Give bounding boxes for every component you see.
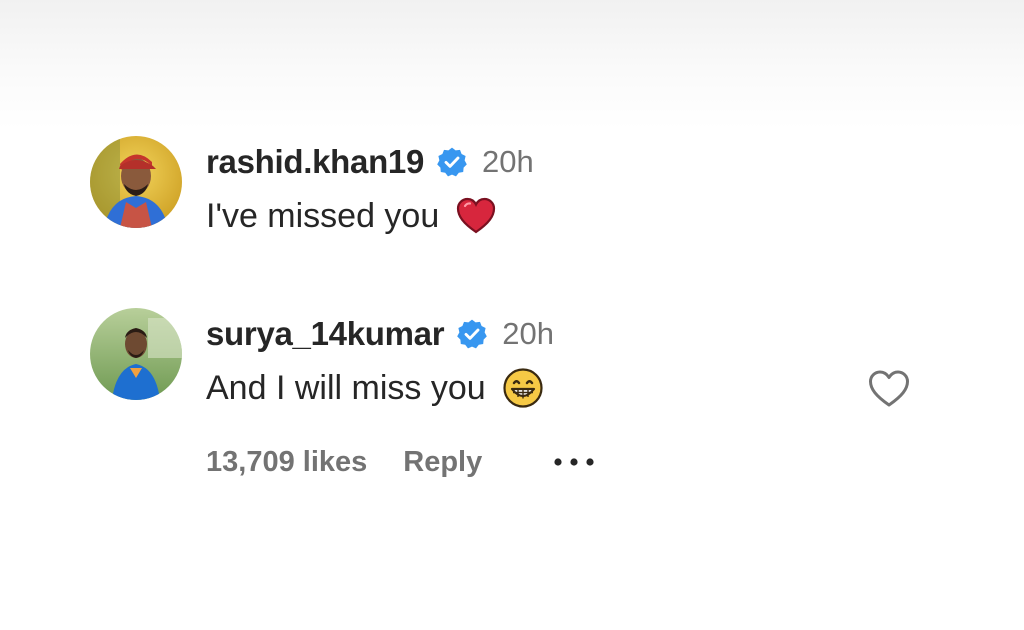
- verified-icon: [457, 319, 488, 349]
- comment-body: I've missed you: [206, 192, 497, 240]
- username[interactable]: surya_14kumar: [206, 315, 445, 353]
- verified-icon: [437, 147, 467, 177]
- username[interactable]: rashid.khan19: [206, 143, 424, 181]
- reply-button[interactable]: Reply: [403, 446, 482, 479]
- heart-icon: [457, 197, 496, 234]
- comment-body: And I will miss you: [206, 364, 544, 412]
- avatar-image: [90, 308, 182, 400]
- avatar[interactable]: [90, 308, 182, 400]
- comment-header: rashid.khan19 20h: [206, 140, 534, 184]
- avatar-image: [90, 136, 182, 228]
- more-options-icon[interactable]: [550, 450, 598, 474]
- likes-count[interactable]: 13,709 likes: [206, 446, 367, 479]
- like-heart-outline-icon[interactable]: [866, 366, 912, 412]
- comment-text: And I will miss you: [206, 368, 486, 407]
- comment-item: surya_14kumar 20h And I will miss you: [90, 308, 930, 408]
- comment-item: rashid.khan19 20h I've missed you: [90, 136, 930, 236]
- grin-emoji-icon: [503, 368, 543, 408]
- comment-text: I've missed you: [206, 196, 440, 235]
- avatar[interactable]: [90, 136, 182, 228]
- comment-header: surya_14kumar 20h: [206, 312, 554, 356]
- timestamp[interactable]: 20h: [502, 316, 554, 352]
- timestamp[interactable]: 20h: [482, 144, 534, 180]
- comment-actions: 13,709 likes Reply: [206, 440, 598, 484]
